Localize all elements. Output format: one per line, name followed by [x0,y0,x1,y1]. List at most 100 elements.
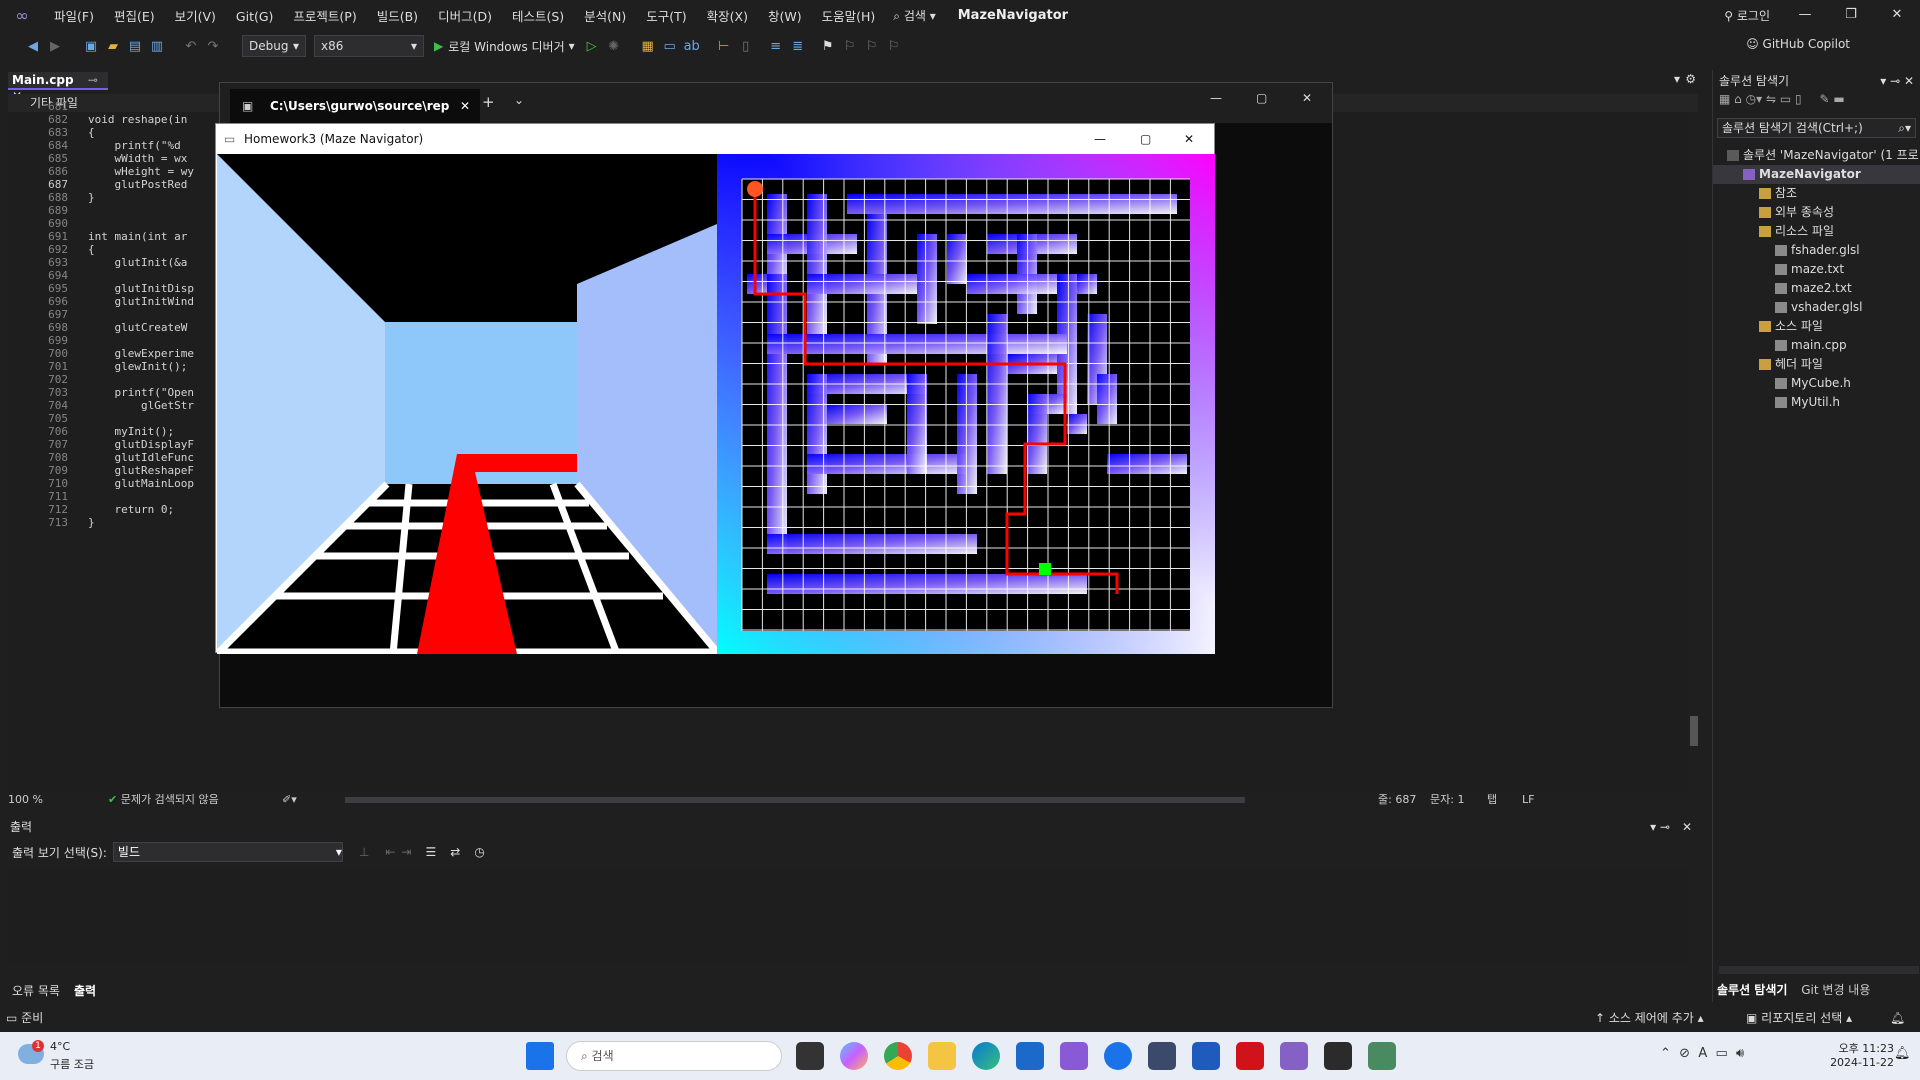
task-view-icon[interactable] [796,1042,824,1070]
properties-icon[interactable]: ✎ [1819,92,1829,106]
solution-tree-item[interactable]: 참조 [1713,184,1920,203]
glut-app-icon[interactable] [1368,1042,1396,1070]
code-line[interactable]: printf("Open [88,386,193,399]
code-line[interactable]: wHeight = wy [88,165,193,178]
settings-icon[interactable]: ⚙ [1685,72,1696,86]
solution-tree-item[interactable]: MyUtil.h [1713,393,1920,412]
code-line[interactable]: glutInit(&a [88,256,187,269]
render-canvas[interactable] [217,154,1215,654]
preview-icon[interactable]: ▬ [1833,92,1844,106]
tab-error-list[interactable]: 오류 목록 [12,982,60,999]
prev-bookmark-icon[interactable]: ⚐ [839,36,861,56]
acrobat-icon[interactable] [1236,1042,1264,1070]
code-line[interactable]: void reshape(in [88,113,187,126]
close-button[interactable]: ✕ [1184,124,1194,154]
solution-tree-item[interactable]: 소스 파일 [1713,317,1920,336]
undo-icon[interactable]: ↶ [180,36,202,56]
start-icon[interactable] [526,1042,554,1070]
menu-item[interactable]: 보기(V) [175,9,216,24]
notification-bell-icon[interactable]: 🔔︎ [1894,1046,1911,1061]
output-text-area[interactable] [8,866,1688,966]
close-button[interactable]: ✕ [1302,91,1312,105]
menu-item[interactable]: 도움말(H) [822,9,876,24]
minimize-button[interactable]: — [1094,124,1106,154]
browse-icon[interactable]: ▦ [637,36,659,56]
solution-tree-item[interactable]: fshader.glsl [1713,241,1920,260]
run-debugger-button[interactable]: ▶ 로컬 Windows 디버거 ▾ [434,38,575,55]
tray-icons[interactable]: ⌃ ⊘ A ▭ 🔊︎ [1660,1046,1744,1061]
notepad-icon[interactable] [1060,1042,1088,1070]
config-dropdown[interactable]: Debug ▾ [242,35,306,57]
menu-item[interactable]: 도구(T) [646,9,686,24]
issues-indicator[interactable]: ✔ 문제가 검색되지 않음 [108,792,219,808]
back-icon[interactable]: ◀ [22,36,44,56]
solution-tree-item[interactable]: MazeNavigator [1713,165,1920,184]
code-line[interactable]: glGetStr [88,399,194,412]
taskbar-search[interactable]: ⌕ 검색 [566,1041,782,1071]
code-line[interactable]: } [88,191,95,204]
code-line[interactable]: glutPostRed [88,178,187,191]
store-icon[interactable] [1016,1042,1044,1070]
clear-all-icon[interactable]: ☰ [425,845,436,859]
step-icon[interactable]: ⊢ [713,36,735,56]
code-line[interactable]: { [88,126,95,139]
find-message-icon[interactable]: ⊥ [359,845,369,859]
code-line[interactable]: int main(int ar [88,230,187,243]
maximize-button[interactable]: ▢ [1140,124,1151,154]
output-source-dropdown[interactable]: 빌드 ▾ [112,842,343,862]
file-explorer-icon[interactable] [928,1042,956,1070]
save-icon[interactable]: ▤ [124,36,146,56]
menu-item[interactable]: 창(W) [768,9,802,24]
solution-tree-item[interactable]: maze2.txt [1713,279,1920,298]
uncomment-icon[interactable]: ≣ [787,36,809,56]
collapse-icon[interactable]: ▭ [1780,92,1791,106]
show-all-icon[interactable]: ▯ [1795,92,1802,106]
code-line[interactable]: glutReshapeF [88,464,193,477]
console-tab[interactable]: ▣ C:\Users\gurwo\source\rep ✕ [230,89,480,123]
close-tab-icon[interactable]: ✕ [460,89,470,123]
menu-item[interactable]: 분석(N) [584,9,626,24]
copilot-app-icon[interactable] [840,1042,868,1070]
close-icon[interactable]: ▾ ⊸ ✕ [1880,70,1914,92]
code-line[interactable]: myInit(); [88,425,174,438]
save-all-icon[interactable]: ▥ [146,36,168,56]
solution-tree-item[interactable]: main.cpp [1713,336,1920,355]
pin-icon[interactable]: ▾ ⊸ [1650,818,1670,836]
code-cleanup-icon[interactable]: ✐▾ [282,792,297,808]
word-icon[interactable] [1192,1042,1220,1070]
minimize-button[interactable]: — [1210,91,1222,105]
tab-indicator[interactable]: 탭 [1487,792,1497,808]
redo-icon[interactable]: ↷ [202,36,224,56]
clock[interactable]: 오후 11:23 2024-11-22 [1808,1040,1894,1069]
open-file-icon[interactable]: ▰ [102,36,124,56]
menu-item[interactable]: 파일(F) [54,9,94,24]
repository-button[interactable]: ▣ 리포지토리 선택 ▴ [1746,1007,1852,1029]
visual-studio-icon[interactable] [1280,1042,1308,1070]
code-line[interactable]: wWidth = wx [88,152,187,165]
tab-output[interactable]: 출력 [74,982,96,999]
start-without-debug-icon[interactable]: ▷ [581,36,603,56]
history-icon[interactable]: ◷▾ [1746,92,1763,106]
forward-icon[interactable]: ▶ [44,36,66,56]
code-line[interactable]: glutMainLoop [88,477,193,490]
tab-main-cpp[interactable]: Main.cpp ⊸ ✕ [8,72,108,103]
copilot-button[interactable]: ☺ GitHub Copilot [1746,37,1850,51]
switch-view-icon[interactable]: ⇋ [1766,92,1776,106]
edge-icon[interactable] [972,1042,1000,1070]
code-line[interactable]: glutIdleFunc [88,451,193,464]
code-line[interactable]: { [88,243,95,256]
code-line[interactable]: printf("%d [88,139,187,152]
code-line[interactable]: glutInitWind [88,295,193,308]
layout-icon[interactable]: ▭ [659,36,681,56]
menu-item[interactable]: 디버그(D) [438,9,492,24]
prev-message-icon[interactable]: ⇤ [385,845,395,859]
hot-reload-icon[interactable]: ✺ [603,36,625,56]
cortana-icon[interactable] [1104,1042,1132,1070]
bookmark-icon[interactable]: ⚑ [817,36,839,56]
maximize-button[interactable]: ▢ [1256,91,1267,105]
tab-dropdown-icon[interactable]: ▾ [1674,72,1680,86]
clock-icon[interactable]: ◷ [474,845,484,859]
horizontal-scrollbar[interactable] [1719,966,1919,974]
new-project-icon[interactable]: ▣ [80,36,102,56]
zoom-level[interactable]: 100 % [8,792,43,808]
